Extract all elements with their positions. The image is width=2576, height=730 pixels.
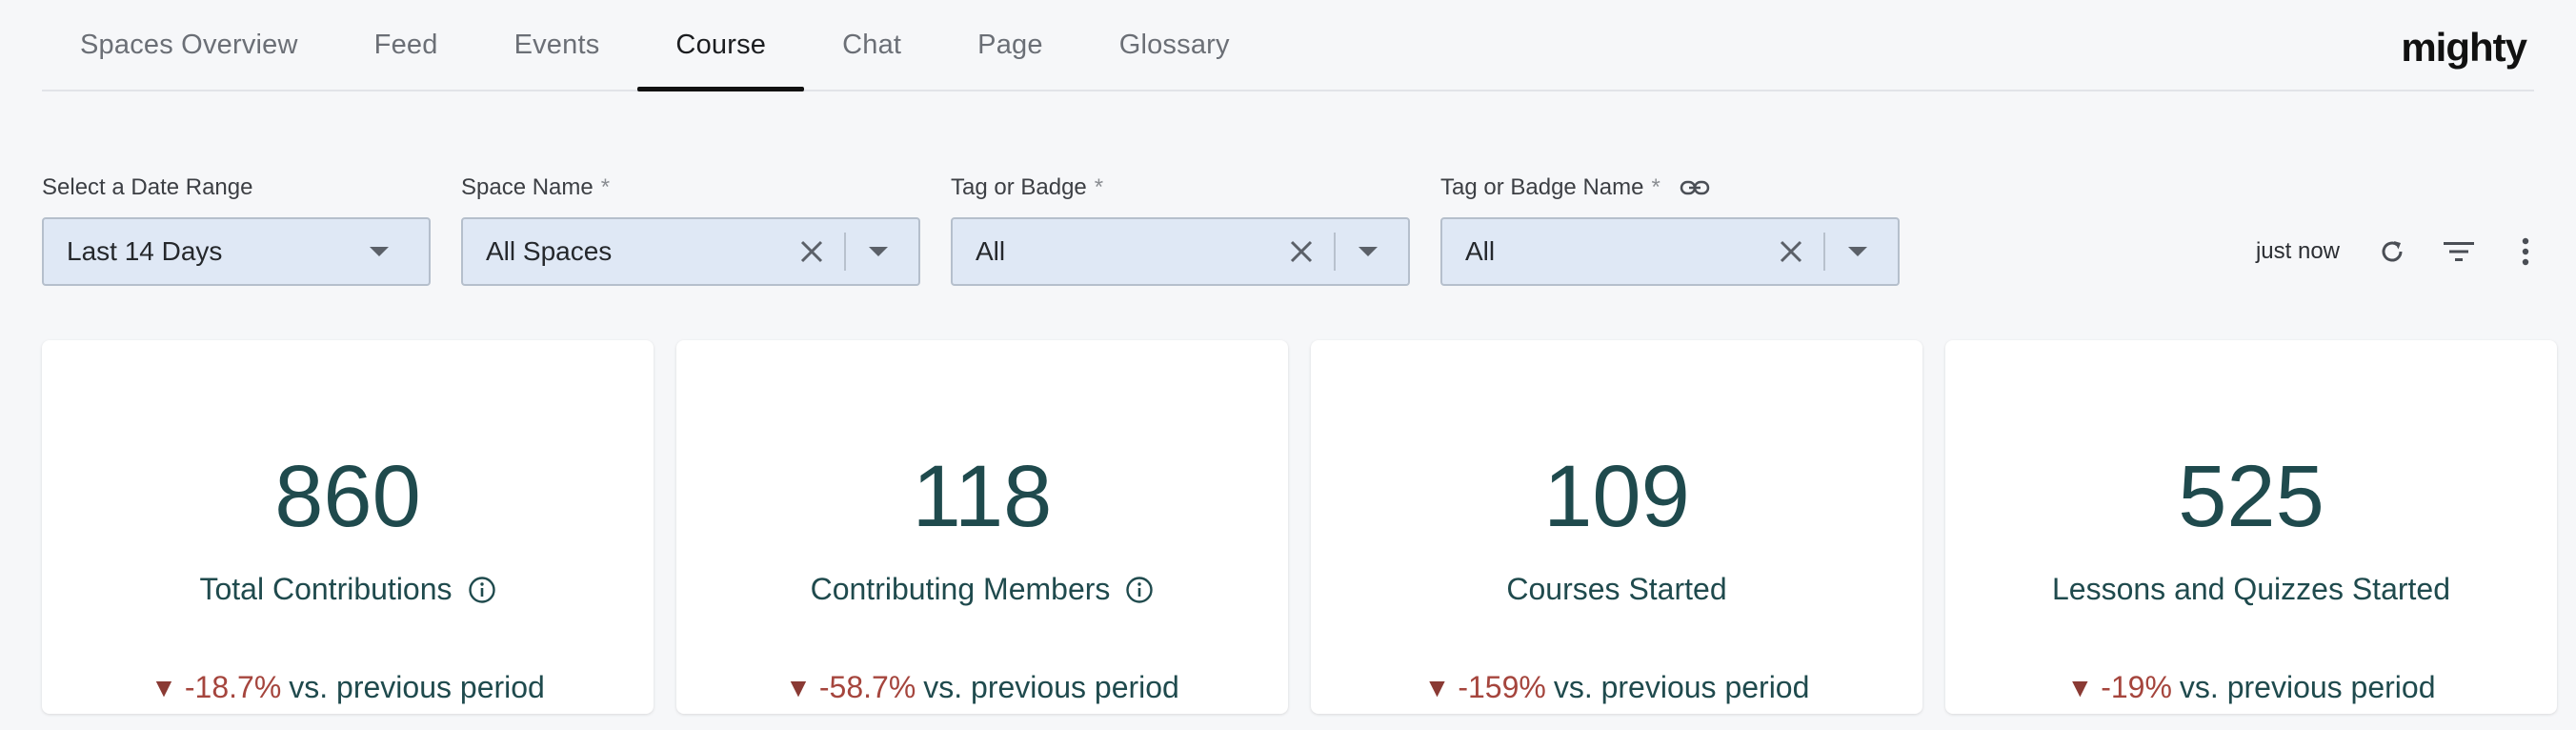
metric-label-row: Contributing Members bbox=[676, 572, 1288, 607]
tag-or-badge-label: Tag or Badge * bbox=[951, 172, 1103, 204]
metric-label-row: Courses Started bbox=[1311, 572, 1922, 607]
tab-feed[interactable]: Feed bbox=[336, 0, 476, 90]
link-icon[interactable] bbox=[1680, 179, 1710, 196]
chevron-down-icon[interactable] bbox=[352, 225, 406, 278]
brand-logo: mighty bbox=[2401, 25, 2527, 70]
metric-label: Contributing Members bbox=[810, 572, 1111, 606]
required-marker: * bbox=[1651, 174, 1660, 200]
metric-label-row: Total Contributions bbox=[42, 572, 654, 607]
metric-change-row: ▼ -19% vs. previous period bbox=[1945, 670, 2557, 705]
required-marker: * bbox=[1094, 174, 1104, 200]
metric-change-suffix: vs. previous period bbox=[2179, 670, 2436, 704]
trend-down-icon: ▼ bbox=[785, 672, 812, 702]
trend-down-icon: ▼ bbox=[2066, 672, 2094, 702]
divider bbox=[1823, 233, 1825, 271]
metric-value: 118 bbox=[912, 448, 1053, 545]
metric-label: Lessons and Quizzes Started bbox=[2051, 572, 2450, 606]
tab-chat[interactable]: Chat bbox=[804, 0, 939, 90]
metric-change-row: ▼ -58.7% vs. previous period bbox=[676, 670, 1288, 705]
date-range-label-text: Select a Date Range bbox=[42, 174, 253, 200]
divider bbox=[1334, 233, 1336, 271]
metric-label-row: Lessons and Quizzes Started bbox=[1945, 572, 2557, 607]
last-updated-text: just now bbox=[2255, 238, 2340, 264]
top-navigation: Spaces Overview Feed Events Course Chat … bbox=[42, 0, 2534, 91]
space-name-value: All Spaces bbox=[486, 236, 613, 266]
trend-down-icon: ▼ bbox=[1423, 672, 1451, 702]
tab-bar: Spaces Overview Feed Events Course Chat … bbox=[42, 0, 1268, 91]
metric-label: Courses Started bbox=[1506, 572, 1727, 606]
tag-or-badge-name-filter: Tag or Badge Name * All bbox=[1440, 172, 1900, 286]
tag-or-badge-select[interactable]: All bbox=[951, 217, 1410, 286]
clear-icon[interactable] bbox=[1764, 225, 1818, 278]
space-name-filter: Space Name * All Spaces bbox=[461, 172, 920, 286]
dashboard-toolbar: just now bbox=[2256, 217, 2559, 286]
metric-value: 109 bbox=[1543, 448, 1690, 545]
tag-or-badge-name-label: Tag or Badge Name * bbox=[1440, 172, 1710, 204]
filter-icon[interactable] bbox=[2425, 223, 2492, 280]
tag-or-badge-value: All bbox=[976, 236, 1006, 266]
clear-icon[interactable] bbox=[1275, 225, 1328, 278]
divider bbox=[844, 233, 846, 271]
date-range-filter: Select a Date Range Last 14 Days bbox=[42, 172, 431, 286]
metric-change-value: -159% bbox=[1458, 670, 1546, 704]
metric-card-courses-started: 109 Courses Started ▼ -159% vs. previous… bbox=[1311, 340, 1922, 714]
metric-change-row: ▼ -18.7% vs. previous period bbox=[42, 670, 654, 705]
date-range-select[interactable]: Last 14 Days bbox=[42, 217, 431, 286]
metric-card-contributing-members: 118 Contributing Members ▼ -58.7% vs. pr… bbox=[676, 340, 1288, 714]
tag-or-badge-name-value: All bbox=[1465, 236, 1496, 266]
date-range-label: Select a Date Range bbox=[42, 172, 252, 204]
tab-course[interactable]: Course bbox=[637, 0, 804, 91]
metric-change-suffix: vs. previous period bbox=[1553, 670, 1810, 704]
metric-change-suffix: vs. previous period bbox=[923, 670, 1179, 704]
refresh-icon[interactable] bbox=[2359, 223, 2425, 280]
tab-page[interactable]: Page bbox=[939, 0, 1081, 90]
metric-label: Total Contributions bbox=[199, 572, 453, 606]
chevron-down-icon[interactable] bbox=[1831, 225, 1884, 278]
metric-change-value: -19% bbox=[2101, 670, 2172, 704]
space-name-label: Space Name * bbox=[461, 172, 610, 204]
tab-spaces-overview[interactable]: Spaces Overview bbox=[42, 0, 336, 90]
info-icon[interactable] bbox=[1125, 576, 1154, 604]
tab-glossary[interactable]: Glossary bbox=[1081, 0, 1268, 90]
tag-or-badge-name-select[interactable]: All bbox=[1440, 217, 1900, 286]
info-icon[interactable] bbox=[468, 576, 496, 604]
tag-or-badge-label-text: Tag or Badge bbox=[951, 174, 1087, 200]
space-name-select[interactable]: All Spaces bbox=[461, 217, 920, 286]
metric-value: 860 bbox=[274, 448, 421, 545]
required-marker: * bbox=[600, 174, 611, 200]
tab-events[interactable]: Events bbox=[476, 0, 638, 90]
more-vertical-icon[interactable] bbox=[2492, 223, 2559, 280]
metric-change-row: ▼ -159% vs. previous period bbox=[1311, 670, 1922, 705]
metric-value: 525 bbox=[2178, 448, 2324, 545]
metric-change-suffix: vs. previous period bbox=[289, 670, 545, 704]
metric-change-value: -58.7% bbox=[818, 670, 916, 704]
date-range-value: Last 14 Days bbox=[67, 236, 223, 266]
metric-card-total-contributions: 860 Total Contributions ▼ -18.7% vs. pre… bbox=[42, 340, 654, 714]
metric-change-value: -18.7% bbox=[184, 670, 282, 704]
tag-or-badge-name-label-text: Tag or Badge Name bbox=[1440, 174, 1644, 200]
space-name-label-text: Space Name bbox=[461, 174, 594, 200]
chevron-down-icon[interactable] bbox=[852, 225, 905, 278]
metric-card-lessons-quizzes-started: 525 Lessons and Quizzes Started ▼ -19% v… bbox=[1945, 340, 2557, 714]
chevron-down-icon[interactable] bbox=[1341, 225, 1395, 278]
clear-icon[interactable] bbox=[785, 225, 838, 278]
tag-or-badge-filter: Tag or Badge * All bbox=[951, 172, 1410, 286]
trend-down-icon: ▼ bbox=[151, 672, 177, 702]
